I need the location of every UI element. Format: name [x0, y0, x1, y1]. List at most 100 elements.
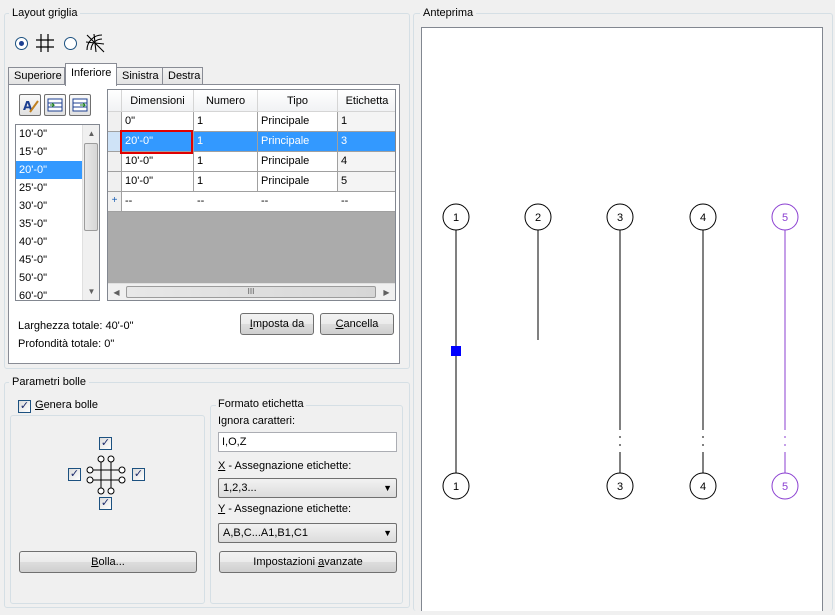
new-row-cell[interactable]: --: [194, 192, 258, 212]
selected-segment-marker: [451, 346, 461, 356]
grid-bubble-top-label: 1: [453, 212, 459, 224]
preview-title: Anteprima: [420, 7, 477, 20]
table-cell[interactable]: 3: [338, 132, 395, 152]
scroll-up-arrow-icon[interactable]: ▲: [83, 125, 99, 142]
scroll-left-arrow-icon[interactable]: ◀: [108, 284, 125, 300]
bubble-parameters-title: Parametri bolle: [9, 376, 89, 389]
scroll-down-arrow-icon[interactable]: ▼: [83, 283, 99, 300]
bubble-right-checkbox[interactable]: ✓: [132, 468, 145, 481]
scroll-right-arrow-icon[interactable]: ▶: [378, 284, 395, 300]
bubble-bottom-checkbox[interactable]: ✓: [99, 497, 112, 510]
tab-inferiore[interactable]: Inferiore: [65, 63, 117, 86]
table-cell[interactable]: 1: [194, 132, 258, 152]
chevron-down-icon: ▼: [383, 528, 392, 538]
table-cell[interactable]: Principale: [258, 152, 338, 172]
table-cell[interactable]: Principale: [258, 112, 338, 132]
bubble-left-checkbox[interactable]: ✓: [68, 468, 81, 481]
grid-preview-drawing: 1 1 2 3 3 4 4 5 5: [442, 203, 799, 500]
x-assign-dropdown[interactable]: 1,2,3... ▼: [218, 478, 397, 498]
table-cell[interactable]: 1: [194, 172, 258, 192]
grid-lines-table[interactable]: Dimensioni Numero Tipo Etichetta 0" 1 Prin…: [107, 89, 396, 301]
table-cell[interactable]: 1: [338, 112, 395, 132]
label-format-title: Formato etichetta: [216, 398, 306, 410]
spacing-list-item[interactable]: 60'-0": [16, 287, 82, 300]
bubble-position-diagram-icon: [86, 455, 126, 495]
grid-bubble-bottom-label: 4: [700, 481, 706, 493]
table-cell[interactable]: Principale: [258, 132, 338, 152]
grid-bubble-top-label: 5: [782, 212, 788, 224]
new-row-cell[interactable]: --: [258, 192, 338, 212]
row-header[interactable]: [108, 172, 122, 192]
radial-grid-radio[interactable]: [64, 37, 77, 50]
new-row-marker[interactable]: +: [108, 192, 122, 212]
table-cell[interactable]: 1: [194, 112, 258, 132]
new-row-cell[interactable]: --: [338, 192, 395, 212]
tab-superiore[interactable]: Superiore: [8, 67, 65, 85]
edit-label-button[interactable]: A: [19, 94, 41, 116]
scroll-thumb[interactable]: [84, 143, 98, 231]
generate-bubbles-label: Genera bolle: [35, 399, 98, 411]
spacing-list-item[interactable]: 30'-0": [16, 197, 82, 215]
spacing-list-item[interactable]: 25'-0": [16, 179, 82, 197]
total-width-label: Larghezza totale: 40'-0": [18, 320, 134, 332]
rectangular-grid-icon[interactable]: [35, 33, 55, 53]
row-header-corner: [108, 90, 122, 112]
ignore-chars-input[interactable]: I,O,Z: [218, 432, 397, 452]
row-header[interactable]: [108, 152, 122, 172]
grid-horizontal-scrollbar[interactable]: ◀ III ▶: [108, 283, 395, 300]
spacing-list-item[interactable]: 45'-0": [16, 251, 82, 269]
append-row-icon: [72, 98, 88, 112]
insert-row-icon: [47, 98, 63, 112]
spacing-list-item[interactable]: 50'-0": [16, 269, 82, 287]
spacing-list-item[interactable]: 40'-0": [16, 233, 82, 251]
column-header-numero[interactable]: Numero: [194, 90, 258, 112]
grid-bubble-top-label: 4: [700, 212, 706, 224]
spacing-list-item[interactable]: 10'-0": [16, 125, 82, 143]
y-assign-dropdown[interactable]: A,B,C...A1,B1,C1 ▼: [218, 523, 397, 543]
rectangular-grid-radio[interactable]: [15, 37, 28, 50]
table-cell[interactable]: 4: [338, 152, 395, 172]
grid-bubble-bottom-label: 3: [617, 481, 623, 493]
grid-bubble-bottom-label: 5: [782, 481, 788, 493]
bubble-top-checkbox[interactable]: ✓: [99, 437, 112, 450]
grid-bubble-top-label: 2: [535, 212, 541, 224]
table-cell[interactable]: Principale: [258, 172, 338, 192]
row-header[interactable]: [108, 112, 122, 132]
new-row-cell[interactable]: --: [122, 192, 194, 212]
table-cell[interactable]: 10'-0": [122, 172, 194, 192]
ignore-chars-label: Ignora caratteri:: [218, 415, 296, 427]
cancella-button[interactable]: Cancella: [320, 313, 394, 335]
total-depth-label: Profondità totale: 0": [18, 338, 115, 350]
spacing-list-item[interactable]: 35'-0": [16, 215, 82, 233]
table-cell[interactable]: 10'-0": [122, 152, 194, 172]
append-row-button[interactable]: [69, 94, 91, 116]
y-assign-label: Y - Assegnazione etichette:: [218, 503, 352, 515]
chevron-down-icon: ▼: [383, 483, 392, 493]
generate-bubbles-checkbox[interactable]: ✓: [18, 400, 31, 413]
tab-destra[interactable]: Destra: [162, 67, 203, 85]
edit-label-icon: A: [23, 99, 39, 113]
spacing-scrollbar[interactable]: ▲ ▼: [82, 125, 99, 300]
advanced-settings-button[interactable]: Impostazioni avanzate: [219, 551, 397, 573]
column-header-tipo[interactable]: Tipo: [258, 90, 338, 112]
tab-sinistra[interactable]: Sinistra: [116, 67, 163, 85]
x-assign-label: X - Assegnazione etichette:: [218, 460, 352, 472]
bolla-button[interactable]: Bolla...: [19, 551, 197, 573]
spacing-list-item[interactable]: 15'-0": [16, 143, 82, 161]
table-cell[interactable]: 5: [338, 172, 395, 192]
column-header-etichetta[interactable]: Etichetta: [338, 90, 395, 112]
insert-row-button[interactable]: [44, 94, 66, 116]
scroll-thumb-horizontal[interactable]: III: [126, 286, 376, 298]
table-cell[interactable]: 0": [122, 112, 194, 132]
radial-grid-icon[interactable]: [84, 32, 106, 54]
spacing-listbox[interactable]: 10'-0" 15'-0" 20'-0" 25'-0" 30'-0" 35'-0" 40'-…: [15, 124, 100, 301]
preview-canvas: 1 1 2 3 3 4 4 5 5: [421, 27, 823, 611]
table-cell[interactable]: 1: [194, 152, 258, 172]
grid-bubble-top-label: 3: [617, 212, 623, 224]
imposta-da-button[interactable]: Imposta da: [240, 313, 314, 335]
selected-cell-highlight: [120, 130, 193, 154]
grid-bubble-bottom-label: 1: [453, 481, 459, 493]
grid-layout-group-title: Layout griglia: [9, 7, 81, 20]
spacing-list-item[interactable]: 20'-0": [16, 161, 82, 179]
column-header-dimensioni[interactable]: Dimensioni: [122, 90, 194, 112]
